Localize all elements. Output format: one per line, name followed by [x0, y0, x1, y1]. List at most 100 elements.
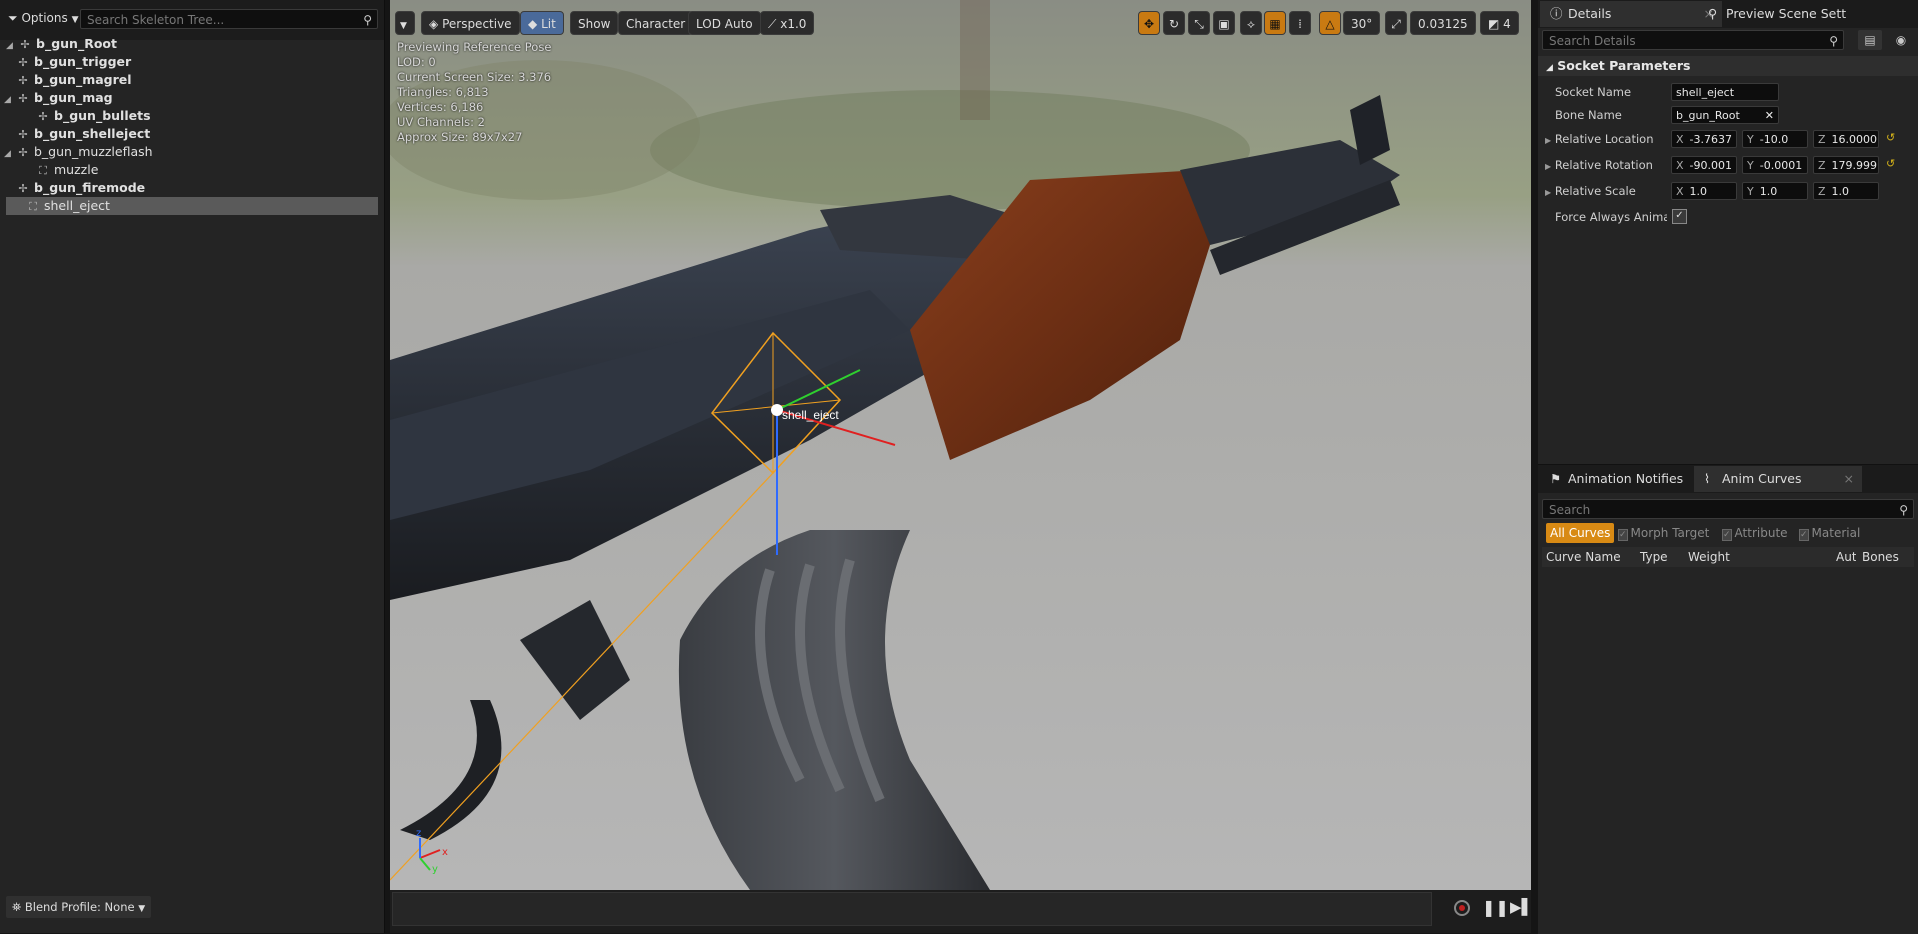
rotation-x-field[interactable]: X -90.001	[1671, 156, 1737, 174]
playback-speed-button[interactable]: ⟋ x1.0	[760, 11, 815, 35]
bone-icon: ✢	[20, 38, 30, 51]
scale-z-field[interactable]: Z 1.0	[1813, 182, 1879, 200]
tab-anim-curves[interactable]: ⌇ Anim Curves ×	[1694, 466, 1862, 492]
tree-item-label: b_gun_Root	[36, 36, 117, 51]
checkbox-icon: ✓	[1618, 529, 1628, 541]
grid-snap-button[interactable]: ▦	[1264, 11, 1286, 35]
coordinate-space-button[interactable]: ▣	[1213, 11, 1235, 35]
tab-preview-scene[interactable]: ⚲ Preview Scene Sett	[1698, 1, 1918, 27]
chevron-down-icon: ▼	[400, 21, 407, 31]
angle-icon: △	[1325, 17, 1335, 31]
relative-rotation-row: ▶ Relative Rotation	[1545, 158, 1653, 172]
rotate-mode-button[interactable]: ↻	[1163, 11, 1185, 35]
col-bones[interactable]: Bones	[1862, 547, 1899, 567]
col-weight[interactable]: Weight	[1688, 547, 1730, 567]
scale-mode-button[interactable]: ⤡	[1188, 11, 1210, 35]
filter-all-label: All Curves	[1550, 526, 1611, 540]
grid-size-button[interactable]: ⁞	[1289, 11, 1311, 35]
bone-icon: ✢	[18, 56, 28, 69]
scale-y-value: 1.0	[1759, 185, 1778, 198]
col-auto[interactable]: Auto	[1836, 547, 1856, 567]
tab-details-label: Details	[1568, 6, 1612, 21]
step-forward-button[interactable]: ▶▌	[1510, 898, 1533, 916]
viewport[interactable]: shell_eject x y z	[390, 0, 1531, 890]
tree-item-b-gun-magrel[interactable]: ✢ b_gun_magrel	[6, 71, 388, 89]
relative-location-row: ▶ Relative Location	[1545, 132, 1654, 146]
col-type[interactable]: Type	[1640, 547, 1668, 567]
visibility-button[interactable]: ◉	[1888, 30, 1914, 50]
timeline-scrubber[interactable]	[392, 892, 1432, 926]
translate-mode-button[interactable]: ✥	[1138, 11, 1160, 35]
tab-details[interactable]: ⓘ Details ×	[1540, 1, 1722, 27]
show-button[interactable]: Show	[570, 11, 619, 35]
eye-icon: ◉	[1895, 33, 1907, 47]
tree-item-b-gun-mag[interactable]: ◢ ✢ b_gun_mag	[4, 89, 388, 107]
location-z-field[interactable]: Z 16.0000	[1813, 130, 1879, 148]
socket-name-field[interactable]: shell_eject	[1671, 83, 1779, 101]
pause-button[interactable]: ❚❚	[1482, 898, 1509, 917]
filter-icon: ⏷	[8, 11, 18, 25]
location-x-field[interactable]: X -3.7637	[1671, 130, 1737, 148]
filter-material[interactable]: ✓ Material	[1795, 523, 1864, 543]
rotation-y-field[interactable]: Y -0.0001	[1742, 156, 1808, 174]
blend-profile-icon: ⛯	[12, 900, 22, 914]
skeleton-search-placeholder: Search Skeleton Tree...	[87, 13, 225, 27]
snap-icon: ⟡	[1247, 17, 1255, 31]
curves-search-input[interactable]: Search ⚲	[1542, 499, 1914, 519]
socket-name-label: Socket Name	[1555, 85, 1632, 99]
stat-line: Approx Size: 89x7x27	[397, 130, 523, 144]
details-icon: ⓘ	[1550, 6, 1563, 21]
tree-item-b-gun-shelleject[interactable]: ✢ b_gun_shelleject	[6, 125, 388, 143]
bone-name-field[interactable]: b_gun_Root ✕	[1671, 106, 1779, 124]
tab-animation-notifies[interactable]: ⚑ Animation Notifies	[1540, 466, 1718, 492]
scale-snap-button[interactable]: ⤢	[1385, 11, 1407, 35]
record-button[interactable]	[1454, 900, 1470, 916]
scale-snap-value[interactable]: 0.03125	[1410, 11, 1476, 35]
tree-item-label: b_gun_trigger	[34, 54, 132, 69]
tree-item-b-gun-muzzleflash[interactable]: ◢ ✢ b_gun_muzzleflash	[4, 143, 388, 161]
location-y-field[interactable]: Y -10.0	[1742, 130, 1808, 148]
filter-all-curves[interactable]: All Curves	[1546, 523, 1615, 543]
tree-item-b-gun-bullets[interactable]: ✢ b_gun_bullets	[6, 107, 408, 125]
camera-speed-button[interactable]: ◩ 4	[1480, 11, 1519, 35]
collapse-arrow-icon: ◢	[1546, 63, 1553, 73]
tree-item-b-gun-trigger[interactable]: ✢ b_gun_trigger	[6, 53, 388, 71]
lit-button[interactable]: ◆ Lit	[520, 11, 564, 35]
reset-to-default-icon[interactable]: ↺	[1886, 157, 1895, 170]
surface-snap-button[interactable]: ⟡	[1240, 11, 1262, 35]
socket-parameters-header[interactable]: ◢ Socket Parameters	[1538, 56, 1918, 76]
filter-morph-label: Morph Target	[1630, 526, 1710, 540]
close-icon[interactable]: ×	[1844, 466, 1854, 492]
force-always-animate-checkbox[interactable]: ✓	[1672, 209, 1687, 224]
rotation-snap-button[interactable]: △	[1319, 11, 1341, 35]
property-matrix-button[interactable]: ▤	[1858, 30, 1882, 50]
rotation-z-value: 179.999	[1831, 159, 1878, 172]
reset-to-default-icon[interactable]: ↺	[1886, 131, 1895, 144]
perspective-button[interactable]: ◈ Perspective	[421, 11, 520, 35]
skeleton-search-input[interactable]: Search Skeleton Tree... ⚲	[80, 9, 378, 29]
col-curve-name[interactable]: Curve Name	[1546, 547, 1621, 567]
tab-curves-label: Anim Curves	[1722, 471, 1802, 486]
tree-item-b-gun-firemode[interactable]: ✢ b_gun_firemode	[6, 179, 388, 197]
details-search-input[interactable]: Search Details ⚲	[1542, 30, 1844, 50]
viewport-menu-button[interactable]: ▼	[395, 11, 415, 35]
character-button[interactable]: Character	[618, 11, 694, 35]
socket-icon: ⛶	[39, 164, 47, 177]
search-icon: ⚲	[1899, 503, 1908, 517]
bone-name-label: Bone Name	[1555, 108, 1622, 122]
tree-item-muzzle[interactable]: ⛶ muzzle	[6, 161, 408, 179]
scale-x-field[interactable]: X 1.0	[1671, 182, 1737, 200]
tree-item-label: b_gun_mag	[34, 90, 113, 105]
filter-morph-target[interactable]: ✓ Morph Target	[1614, 523, 1713, 543]
scale-y-field[interactable]: Y 1.0	[1742, 182, 1808, 200]
lod-button[interactable]: LOD Auto	[688, 11, 761, 35]
tree-item-b-gun-root[interactable]: ◢ ✢ b_gun_Root	[6, 35, 378, 53]
axis-y-label: y	[432, 864, 438, 875]
rotation-z-field[interactable]: Z 179.999	[1813, 156, 1879, 174]
clear-icon[interactable]: ✕	[1765, 107, 1774, 125]
options-dropdown[interactable]: ⏷ Options ▼	[8, 11, 79, 26]
tree-item-shell-eject[interactable]: ⛶ shell_eject	[6, 197, 378, 215]
rotation-snap-value[interactable]: 30°	[1343, 11, 1381, 35]
blend-profile-dropdown[interactable]: ⛯ Blend Profile: None ▼	[6, 896, 152, 918]
filter-attribute[interactable]: ✓ Attribute	[1718, 523, 1792, 543]
